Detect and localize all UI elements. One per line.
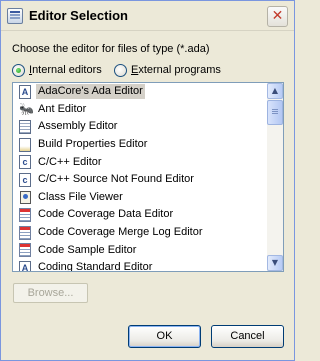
editor-list-item-label: Coding Standard Editor	[38, 261, 153, 272]
editor-list-item-label: Code Coverage Data Editor	[38, 208, 174, 221]
editor-list-item-label: Build Properties Editor	[38, 138, 148, 151]
coding-standard-icon: A	[19, 260, 31, 271]
ant-bug-icon: 🐜	[19, 102, 34, 117]
external-programs-option[interactable]: External programs	[114, 62, 221, 78]
assembly-document-icon	[19, 119, 31, 134]
file-type-prompt: Choose the editor for files of type (*.a…	[12, 43, 210, 55]
scroll-thumb[interactable]	[267, 100, 283, 125]
editor-list-item-label: Class File Viewer	[38, 190, 123, 203]
browse-button[interactable]: Browse...	[13, 283, 88, 303]
editor-list-item-label: AdaCore's Ada Editor	[36, 84, 145, 100]
editor-window-icon	[7, 8, 23, 24]
editor-list-item[interactable]: Class File Viewer	[13, 189, 267, 207]
scroll-down-arrow-icon[interactable]: ▼	[267, 255, 283, 271]
internal-editors-label[interactable]: Internal editors	[29, 64, 102, 76]
editor-list-item-label: Assembly Editor	[38, 120, 118, 133]
coverage-grid-icon	[19, 207, 31, 222]
editor-list-item[interactable]: A AdaCore's Ada Editor	[13, 83, 267, 101]
ok-button[interactable]: OK	[128, 325, 201, 348]
editor-list-item[interactable]: c C/C++ Editor	[13, 153, 267, 171]
ada-letter-icon: A	[19, 84, 31, 99]
coverage-grid-icon	[19, 225, 31, 240]
editor-list-item-label: Code Sample Editor	[38, 243, 137, 256]
editor-list-item[interactable]: A Coding Standard Editor	[13, 259, 267, 272]
internal-editors-radio[interactable]	[12, 63, 25, 77]
editor-list[interactable]: A AdaCore's Ada Editor 🐜 Ant Editor Assembly…	[12, 82, 284, 272]
editor-list-item[interactable]: 🐜 Ant Editor	[13, 101, 267, 119]
external-programs-label[interactable]: External programs	[131, 64, 221, 76]
editor-list-item[interactable]: c C/C++ Source Not Found Editor	[13, 171, 267, 189]
class-file-icon	[19, 190, 31, 205]
scroll-up-arrow-icon[interactable]: ▲	[267, 83, 283, 99]
editor-list-item[interactable]: Build Properties Editor	[13, 136, 267, 154]
close-button[interactable]: ✕	[267, 6, 288, 27]
internal-editors-option[interactable]: Internal editors	[12, 62, 102, 78]
code-sample-icon	[19, 243, 31, 258]
editor-selection-dialog: Editor Selection ✕ Choose the editor for…	[0, 0, 295, 361]
editor-list-item[interactable]: Code Coverage Merge Log Editor	[13, 224, 267, 242]
editor-list-items: A AdaCore's Ada Editor 🐜 Ant Editor Assembly…	[13, 83, 267, 272]
editor-list-item[interactable]: Code Sample Editor	[13, 241, 267, 259]
properties-file-icon	[19, 137, 31, 152]
vertical-scrollbar[interactable]: ▲ ▼	[267, 83, 283, 271]
editor-list-item[interactable]: Code Coverage Data Editor	[13, 206, 267, 224]
cancel-button[interactable]: Cancel	[211, 325, 284, 348]
c-file-icon: c	[19, 172, 31, 187]
title-bar[interactable]: Editor Selection ✕	[1, 1, 294, 31]
dialog-title: Editor Selection	[29, 8, 128, 23]
editor-list-item-label: Code Coverage Merge Log Editor	[38, 226, 203, 239]
editor-list-item-label: Ant Editor	[38, 102, 87, 115]
editor-list-item-label: C/C++ Editor	[38, 155, 102, 168]
external-programs-radio[interactable]	[114, 63, 127, 77]
editor-list-item[interactable]: Assembly Editor	[13, 118, 267, 136]
editor-list-item-label: C/C++ Source Not Found Editor	[38, 173, 194, 186]
c-file-icon: c	[19, 155, 31, 170]
